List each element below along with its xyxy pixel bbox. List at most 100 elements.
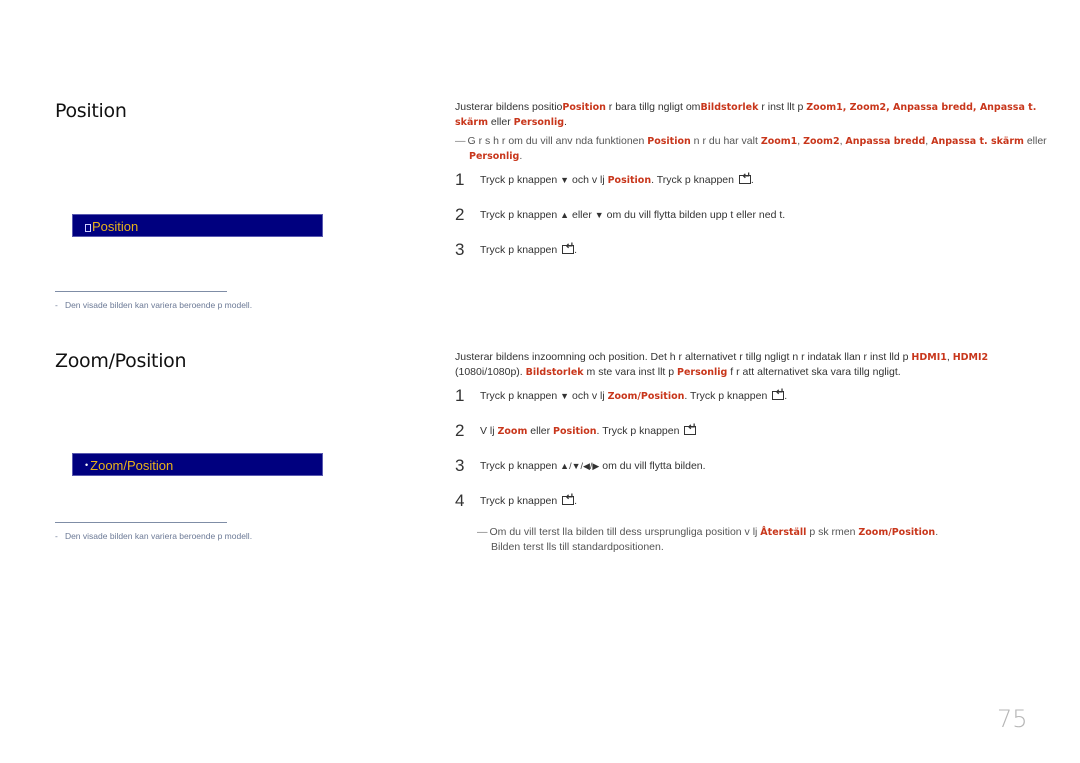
down-arrow-icon: ▼ (560, 391, 570, 401)
enter-icon (772, 387, 785, 400)
highlight: Zoom2 (803, 136, 840, 147)
position-description: Justerar bildens positioPosition r bara … (455, 100, 1055, 130)
step-text: Tryck p knappen ▲ eller ▼ om du vill fly… (480, 209, 785, 221)
note-dash-icon: — (477, 526, 488, 538)
highlight: Position (553, 426, 597, 437)
text: . Tryck p knappen (596, 425, 683, 437)
step-number: 2 (455, 421, 465, 440)
text: . (574, 495, 578, 507)
text: n r du har valt (690, 135, 761, 147)
text: m ste vara inst llt p (583, 366, 677, 378)
down-arrow-icon: ▼ (594, 210, 604, 220)
highlight: Position (607, 175, 652, 186)
text: och v lj (569, 174, 608, 186)
osd-menu-text: Zoom/Position (90, 458, 174, 473)
text: Tryck p knappen (480, 174, 561, 186)
down-arrow-icon: ▼ (560, 175, 570, 185)
highlight: Position (647, 136, 691, 147)
highlight-position: Position (562, 102, 606, 113)
highlight-skarm: skärm (455, 117, 488, 128)
highlight: Zoom1 (760, 136, 798, 147)
zoom-position-description: Justerar bildens inzoomning och position… (455, 350, 1025, 380)
enter-icon (562, 492, 575, 505)
highlight-zoom-options: Zoom1, Zoom2, Anpassa bredd, Anpassa t. (806, 102, 1037, 113)
text: . Tryck p knappen (651, 174, 737, 186)
text: om du vill flytta bilden upp t eller ned… (603, 209, 786, 221)
step-text: Tryck p knappen . (480, 241, 577, 256)
text: . (519, 150, 523, 162)
up-arrow-icon: ▲ (560, 210, 570, 220)
footnote: - Den visade bilden kan variera beroende… (55, 300, 252, 310)
footnote-divider (55, 522, 227, 523)
step-text: V lj Zoom eller Position. Tryck p knappe… (480, 422, 697, 437)
highlight-hdmi1: HDMI1 (911, 352, 947, 363)
text: (1080i/1080p). (455, 366, 526, 378)
text: Tryck p knappen (480, 495, 561, 507)
osd-menu-zoom-position: • Zoom/Position (72, 453, 323, 476)
enter-icon (684, 422, 697, 435)
direction-arrows-icon: ▲/▼/◀/▶ (560, 461, 600, 471)
footnote-dash: - (55, 300, 58, 310)
step-text: Tryck p knappen . (480, 492, 578, 507)
text: f r att alternativet ska vara tillg ngli… (727, 366, 901, 378)
menu-item-icon (85, 224, 91, 232)
text: Tryck p knappen (480, 460, 561, 472)
text: Tryck p knappen (480, 244, 561, 256)
osd-menu-label: Position (85, 219, 138, 234)
text: Bilden terst lls till standardpositionen… (491, 541, 664, 553)
text: Justerar bildens positio (455, 101, 563, 113)
text: . (750, 174, 754, 186)
highlight-personlig: Personlig (513, 117, 565, 128)
zoom-position-note: — Om du vill terst lla bilden till dess u… (477, 525, 1037, 555)
text: . (935, 526, 939, 538)
footnote-dash: - (55, 531, 58, 541)
footnote-text: Den visade bilden kan variera beroende p… (64, 300, 253, 310)
text: Tryck p knappen (480, 390, 561, 402)
highlight: Anpassa bredd (845, 136, 926, 147)
highlight-zoom-position: Zoom/Position (858, 527, 936, 538)
position-note: — G r s h r om du vill anv nda funktionen… (455, 134, 1065, 164)
text: eller (527, 425, 554, 437)
text: om du vill flytta bilden. (599, 460, 706, 472)
highlight-bildstorlek: Bildstorlek (700, 102, 759, 113)
step-number: 3 (455, 240, 465, 259)
text: Om du vill terst lla bilden till dess ur… (489, 526, 761, 538)
step-number: 4 (455, 491, 465, 510)
text: V lj (480, 425, 498, 437)
step-number: 1 (455, 386, 465, 405)
text: eller (1023, 135, 1047, 147)
step-number: 3 (455, 456, 465, 475)
osd-menu-text: Position (92, 219, 139, 234)
footnote-divider (55, 291, 227, 292)
text: eller (569, 209, 595, 221)
text: . (784, 390, 788, 402)
highlight-aterstall: Återställ (760, 527, 807, 538)
text: . Tryck p knappen (684, 390, 771, 402)
text: och v lj (569, 390, 608, 402)
enter-icon (562, 241, 575, 254)
bullet-icon: • (85, 460, 89, 470)
text: eller (487, 116, 514, 128)
text: Justerar bildens inzoomning och position… (455, 351, 912, 363)
highlight: Personlig (469, 151, 520, 162)
footnote: - Den visade bilden kan variera beroende… (55, 531, 252, 541)
highlight-personlig: Personlig (677, 367, 728, 378)
step-number: 2 (455, 205, 465, 224)
step-text: Tryck p knappen ▲/▼/◀/▶ om du vill flytt… (480, 460, 706, 472)
highlight-bildstorlek: Bildstorlek (525, 367, 584, 378)
osd-menu-position: Position (72, 214, 323, 237)
text: r inst llt p (758, 101, 807, 113)
step-number: 1 (455, 170, 465, 189)
highlight-hdmi2: HDMI2 (952, 352, 989, 363)
section-title-position: Position (55, 100, 127, 122)
osd-menu-label: • Zoom/Position (85, 458, 173, 473)
text: G r s h r om du vill anv nda funktionen (467, 135, 648, 147)
text: p sk rmen (806, 526, 859, 538)
highlight: Zoom/Position (607, 391, 685, 402)
footnote-text: Den visade bilden kan variera beroende p… (64, 531, 253, 541)
step-text: Tryck p knappen ▼ och v lj Position. Try… (480, 171, 754, 186)
text: r bara tillg ngligt om (605, 101, 701, 113)
highlight: Anpassa t. skärm (931, 136, 1024, 147)
text: . (564, 116, 567, 128)
step-text: Tryck p knappen ▼ och v lj Zoom/Position… (480, 387, 788, 402)
